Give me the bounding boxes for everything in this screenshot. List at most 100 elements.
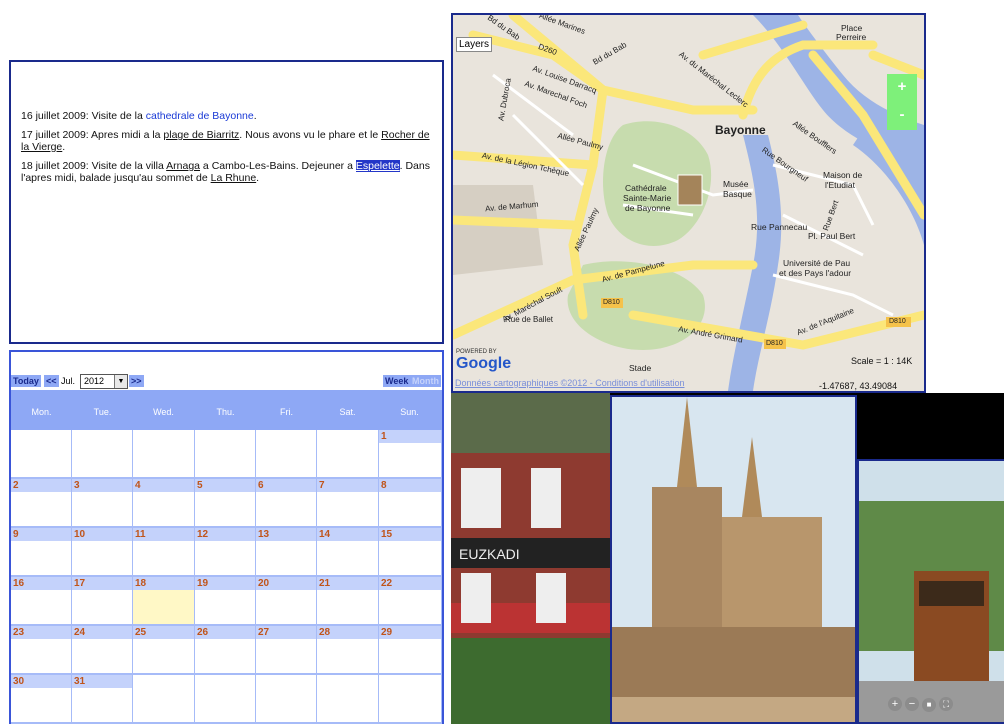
map-zoom-control: + - xyxy=(887,74,917,130)
zoom-out-button[interactable]: - xyxy=(887,102,917,130)
calendar-day-number: 14 xyxy=(317,528,378,541)
next-month-button[interactable]: >> xyxy=(129,375,144,387)
calendar-day-cell[interactable]: 31 xyxy=(72,675,133,724)
calendar-toolbar: Today << Jul. 2012 ▼ >> Week Month xyxy=(11,374,442,389)
calendar-day-cell[interactable]: 25 xyxy=(133,626,195,675)
photo-cathedrale[interactable] xyxy=(610,395,857,724)
calendar-day-cell[interactable] xyxy=(11,430,72,479)
weekday-label: Fri. xyxy=(280,407,293,417)
calendar-day-number: 28 xyxy=(317,626,378,639)
calendar-day-cell[interactable]: 28 xyxy=(317,626,379,675)
calendar-day-cell[interactable]: 6 xyxy=(256,479,317,528)
calendar-day-number: 8 xyxy=(379,479,441,492)
calendar-day-cell[interactable] xyxy=(317,430,379,479)
photo-train-la-rhune[interactable] xyxy=(857,459,1004,724)
map-label-universite: Université de Pau xyxy=(783,258,851,268)
calendar-day-cell[interactable]: 9 xyxy=(11,528,72,577)
google-logo: Google xyxy=(456,355,512,372)
calendar-day-cell[interactable]: 2 xyxy=(11,479,72,528)
layers-button[interactable]: Layers xyxy=(456,37,493,52)
weekday-label: Thu. xyxy=(216,407,235,417)
calendar-day-cell[interactable] xyxy=(72,430,133,479)
link-la-rhune[interactable]: La Rhune xyxy=(211,172,257,184)
weekday-header: Mon. Tue. Wed. Thu. Fri. Sat. Sun. xyxy=(11,390,442,430)
today-button[interactable]: Today xyxy=(11,375,41,387)
chevron-down-icon[interactable]: ▼ xyxy=(114,375,127,388)
photo-basque-house[interactable]: EUZKADI xyxy=(451,393,610,724)
zoom-in-icon[interactable]: + xyxy=(888,697,902,711)
link-plage-biarritz[interactable]: plage de Biarritz xyxy=(163,129,239,141)
calendar-day-cell[interactable]: 14 xyxy=(317,528,379,577)
map-label-rue-pannecau: Rue Pannecau xyxy=(751,222,808,232)
calendar-day-number: 9 xyxy=(11,528,71,541)
calendar-day-number: 16 xyxy=(11,577,71,590)
calendar-day-number: 2 xyxy=(11,479,71,492)
map-label-pl-paul-bert: Pl. Paul Bert xyxy=(808,231,856,241)
zoom-out-icon[interactable]: − xyxy=(905,697,919,711)
calendar-day-cell[interactable]: 23 xyxy=(11,626,72,675)
zoom-in-button[interactable]: + xyxy=(887,74,917,102)
month-label: Jul. xyxy=(61,376,76,386)
calendar-day-cell[interactable]: 1 xyxy=(379,430,442,479)
calendar-day-number: 21 xyxy=(317,577,378,590)
calendar-day-cell[interactable] xyxy=(195,430,256,479)
calendar-day-number: 17 xyxy=(72,577,132,590)
road-badge-d810: D810 xyxy=(766,340,783,347)
calendar-day-cell[interactable] xyxy=(256,675,317,724)
month-view-button[interactable]: Month xyxy=(410,375,441,387)
photo-slideshow[interactable]: EUZKADI + − ■ ⛶ xyxy=(451,393,1004,724)
calendar-day-cell[interactable] xyxy=(133,430,195,479)
calendar-day-number: 3 xyxy=(72,479,132,492)
prev-month-button[interactable]: << xyxy=(44,375,59,387)
calendar-day-cell[interactable]: 4 xyxy=(133,479,195,528)
calendar-day-number: 15 xyxy=(379,528,441,541)
calendar-day-cell[interactable]: 11 xyxy=(133,528,195,577)
year-select[interactable]: 2012 ▼ xyxy=(80,374,128,389)
map-label-basque: Basque xyxy=(723,189,752,199)
map-scale: Scale = 1 : 14K xyxy=(851,356,913,366)
link-espelette[interactable]: Espelette xyxy=(355,160,400,172)
calendar-day-cell[interactable]: 3 xyxy=(72,479,133,528)
link-arnaga[interactable]: Arnaga xyxy=(166,160,200,172)
calendar-day-number: 27 xyxy=(256,626,316,639)
calendar-day-number: 24 xyxy=(72,626,132,639)
calendar-day-cell[interactable]: 20 xyxy=(256,577,317,626)
calendar-day-number: 29 xyxy=(379,626,441,639)
calendar-day-cell[interactable]: 18 xyxy=(133,577,195,626)
fullscreen-icon[interactable]: ⛶ xyxy=(939,697,953,711)
journal-entry-1: 16 juillet 2009: Visite de la cathedrale… xyxy=(21,110,257,122)
calendar-day-cell[interactable]: 26 xyxy=(195,626,256,675)
calendar-day-cell[interactable]: 22 xyxy=(379,577,442,626)
calendar-day-cell[interactable] xyxy=(133,675,195,724)
link-cathedrale[interactable]: cathedrale de Bayonne xyxy=(146,110,254,122)
calendar-day-cell[interactable]: 7 xyxy=(317,479,379,528)
calendar-day-cell[interactable] xyxy=(379,675,442,724)
calendar-day-cell[interactable]: 21 xyxy=(317,577,379,626)
calendar-day-cell[interactable]: 17 xyxy=(72,577,133,626)
map-data-credit-link[interactable]: Données cartographiques ©2012 - Conditio… xyxy=(455,378,685,388)
stop-icon[interactable]: ■ xyxy=(922,698,936,712)
calendar-day-cell[interactable]: 8 xyxy=(379,479,442,528)
calendar-day-number: 7 xyxy=(317,479,378,492)
calendar-day-cell[interactable]: 5 xyxy=(195,479,256,528)
calendar-day-cell[interactable]: 16 xyxy=(11,577,72,626)
calendar-day-cell[interactable] xyxy=(317,675,379,724)
calendar-day-cell[interactable]: 29 xyxy=(379,626,442,675)
weekday-label: Sun. xyxy=(400,407,419,417)
calendar-day-cell[interactable]: 30 xyxy=(11,675,72,724)
calendar-day-cell[interactable]: 15 xyxy=(379,528,442,577)
calendar-day-number: 4 xyxy=(133,479,194,492)
map-label-stade: Stade xyxy=(629,363,652,373)
calendar-day-cell[interactable] xyxy=(195,675,256,724)
week-view-button[interactable]: Week xyxy=(383,375,411,387)
weekday-label: Tue. xyxy=(93,407,112,417)
journal-panel: 16 juillet 2009: Visite de la cathedrale… xyxy=(9,60,444,344)
calendar-day-cell[interactable] xyxy=(256,430,317,479)
calendar-day-cell[interactable]: 12 xyxy=(195,528,256,577)
calendar-day-cell[interactable]: 19 xyxy=(195,577,256,626)
calendar-day-cell[interactable]: 27 xyxy=(256,626,317,675)
calendar-day-cell[interactable]: 24 xyxy=(72,626,133,675)
map-panel[interactable]: Layers + - Bayonne Place Perreire Cathéd… xyxy=(451,13,926,393)
calendar-day-cell[interactable]: 13 xyxy=(256,528,317,577)
calendar-day-cell[interactable]: 10 xyxy=(72,528,133,577)
